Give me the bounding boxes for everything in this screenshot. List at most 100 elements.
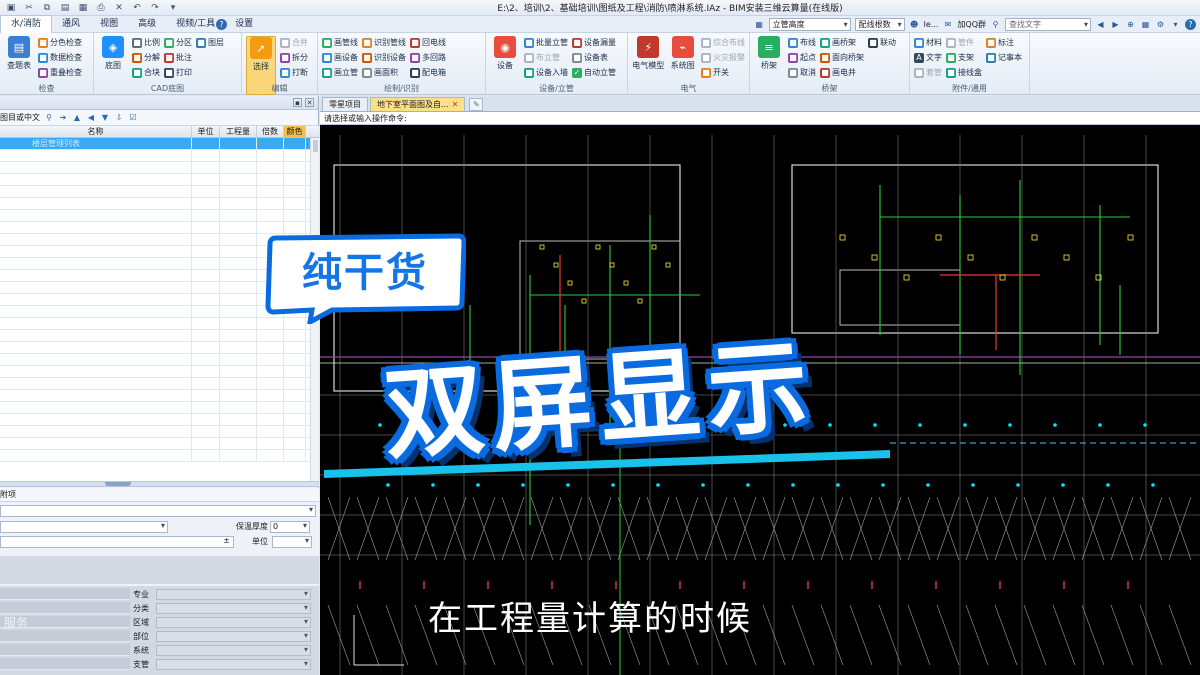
merge-button[interactable]: ■ 合并 [280, 36, 308, 49]
tab-misc-items[interactable]: 零星项目 [322, 97, 368, 111]
attr-value[interactable] [156, 616, 311, 628]
multi-circuit-button[interactable]: ■ 多回路 [410, 51, 446, 64]
move-down-icon[interactable]: ▼ [100, 113, 110, 123]
auto-riser-button[interactable]: ✓ 自动立管 [572, 66, 616, 79]
device-into-wall-button[interactable]: ■ 设备入墙 [524, 66, 568, 79]
search-label[interactable]: 图目或中文 [0, 112, 40, 123]
app-logo-icon[interactable]: ▣ [6, 3, 16, 13]
text-button[interactable]: A 文字 [914, 51, 942, 64]
device-table-button[interactable]: ■ 设备表 [572, 51, 616, 64]
attr-value[interactable] [156, 644, 311, 656]
distribution-box-button[interactable]: ■ 配电箱 [410, 66, 446, 79]
batch-riser-button[interactable]: ■ 批量立管 [524, 36, 568, 49]
table-row[interactable] [0, 390, 319, 402]
annotate-button[interactable]: ■ 批注 [164, 51, 192, 64]
fitting-button[interactable]: ■ 管件 [946, 36, 982, 49]
insulation-input[interactable]: 0 [270, 520, 310, 533]
table-row[interactable] [0, 438, 319, 450]
zone-button[interactable]: ■ 分区 [164, 36, 192, 49]
expand-icon[interactable]: ± [223, 536, 230, 545]
table-row[interactable] [0, 174, 319, 186]
table-row[interactable]: 楼层管理列表 [0, 138, 319, 150]
save-icon[interactable]: ▦ [78, 3, 88, 13]
cut-icon[interactable]: ✂ [24, 3, 34, 13]
table-row[interactable] [0, 330, 319, 342]
print-button[interactable]: ■ 打印 [164, 66, 192, 79]
filter-icon[interactable]: ⇩ [114, 113, 124, 123]
draw-pipe-button[interactable]: ■ 画管线 [322, 36, 358, 49]
data-check-button[interactable]: ■ 数据检查 [38, 51, 82, 64]
wire-roots-select[interactable]: 配线根数 [854, 18, 905, 31]
table-row[interactable] [0, 162, 319, 174]
notepad-button[interactable]: ■ 记事本 [986, 51, 1022, 64]
print-icon[interactable]: ⎙ [96, 3, 106, 13]
lay-wire-button[interactable]: ■ 布线 [788, 36, 816, 49]
table-row[interactable] [0, 342, 319, 354]
attr-value[interactable] [156, 588, 311, 600]
zoom-icon[interactable]: ⊕ [1125, 19, 1136, 30]
draw-riser-button[interactable]: ■ 画立管 [322, 66, 358, 79]
junction-box-button[interactable]: ■ 接线盒 [946, 66, 982, 79]
draw-area-button[interactable]: ■ 画面积 [362, 66, 406, 79]
merge-block-button[interactable]: ■ 合块 [132, 66, 160, 79]
link-button[interactable]: ■ 联动 [868, 36, 896, 49]
move-up-icon[interactable]: ▲ [72, 113, 82, 123]
paste-icon[interactable]: ▤ [60, 3, 70, 13]
layers-button[interactable]: ■ 图层 [196, 36, 224, 49]
col-unit[interactable]: 单位 [192, 126, 220, 137]
grid-icon[interactable]: ▦ [1140, 19, 1151, 30]
menu-tab-settings[interactable]: 设置 [225, 16, 263, 33]
color-check-button[interactable]: ■ 分色检查 [38, 36, 82, 49]
command-prompt[interactable]: 请选择或输入操作命令: [320, 112, 1200, 125]
copy-icon[interactable]: ⧉ [42, 3, 52, 13]
support-button[interactable]: ■ 支架 [946, 51, 982, 64]
material-button[interactable]: ■ 材料 [914, 36, 942, 49]
pipe-height-select[interactable]: 立管高度 [768, 18, 851, 31]
draw-wire-button[interactable]: ■ 回电线 [410, 36, 446, 49]
find-text-input[interactable]: 查找文字 [1005, 18, 1091, 31]
identify-pipe-button[interactable]: ■ 识别管线 [362, 36, 406, 49]
table-row[interactable] [0, 198, 319, 210]
attr-value[interactable] [156, 602, 311, 614]
pin-icon[interactable]: ▪ [293, 98, 302, 107]
col-multiplier[interactable]: 倍数 [257, 126, 284, 137]
cabling-button[interactable]: ■ 综合布线 [701, 36, 745, 49]
table-row[interactable] [0, 366, 319, 378]
sleeve-button[interactable]: ■ 套管 [914, 66, 942, 79]
start-point-button[interactable]: ■ 起点 [788, 51, 816, 64]
table-row[interactable] [0, 450, 319, 462]
user-icon[interactable]: ☻ [909, 19, 920, 30]
attr-value[interactable] [156, 630, 311, 642]
label-button[interactable]: ■ 标注 [986, 36, 1022, 49]
table-row[interactable] [0, 210, 319, 222]
help-icon[interactable]: ? [216, 19, 227, 30]
search-icon[interactable]: ⚲ [44, 113, 54, 123]
scale-button[interactable]: ■ 比例 [132, 36, 160, 49]
overlap-check-button[interactable]: ■ 重叠检查 [38, 66, 82, 79]
close-doc-icon[interactable]: ✕ [114, 3, 124, 13]
col-name[interactable]: 名称 [0, 126, 192, 137]
props-input-3[interactable]: ± [0, 535, 234, 548]
break-button[interactable]: ■ 打断 [280, 66, 308, 79]
lay-riser-button[interactable]: ■ 布立管 [524, 51, 568, 64]
tab-basement-plan[interactable]: 地下室平面图及自... ✕ [370, 97, 466, 111]
col-color[interactable]: 颜色 [284, 126, 306, 137]
close-panel-icon[interactable]: ✕ [305, 98, 314, 107]
menu-tab-water-fire[interactable]: 水/消防 [0, 15, 53, 33]
table-row[interactable] [0, 354, 319, 366]
split-button[interactable]: ■ 拆分 [280, 51, 308, 64]
table-row[interactable] [0, 414, 319, 426]
close-tab-icon[interactable]: ✕ [452, 100, 459, 109]
identify-device-button[interactable]: ■ 识别设备 [362, 51, 406, 64]
table-row[interactable] [0, 150, 319, 162]
table-row[interactable] [0, 378, 319, 390]
menu-tab-ventilation[interactable]: 通风 [52, 16, 90, 33]
menu-tab-advanced[interactable]: 高级 [128, 16, 166, 33]
help-round-icon[interactable]: ? [1185, 19, 1196, 30]
options-chevron-icon[interactable]: ▾ [1170, 19, 1181, 30]
table-row[interactable] [0, 186, 319, 198]
fire-alarm-button[interactable]: ■ 火灾报警 [701, 51, 745, 64]
col-quantity[interactable]: 工程量 [220, 126, 257, 137]
draw-shaft-button[interactable]: ■ 画电井 [820, 66, 864, 79]
device-missing-button[interactable]: ■ 设备漏量 [572, 36, 616, 49]
